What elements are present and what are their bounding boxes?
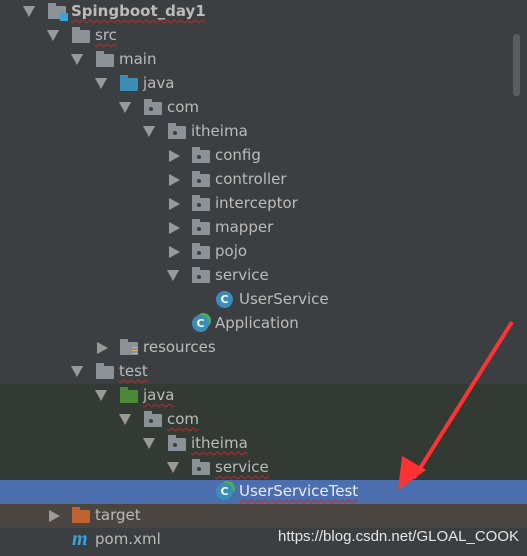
annotation-arrow-icon	[398, 320, 514, 490]
watermark: https://blog.csdn.net/GLOAL_COOK	[278, 528, 519, 545]
